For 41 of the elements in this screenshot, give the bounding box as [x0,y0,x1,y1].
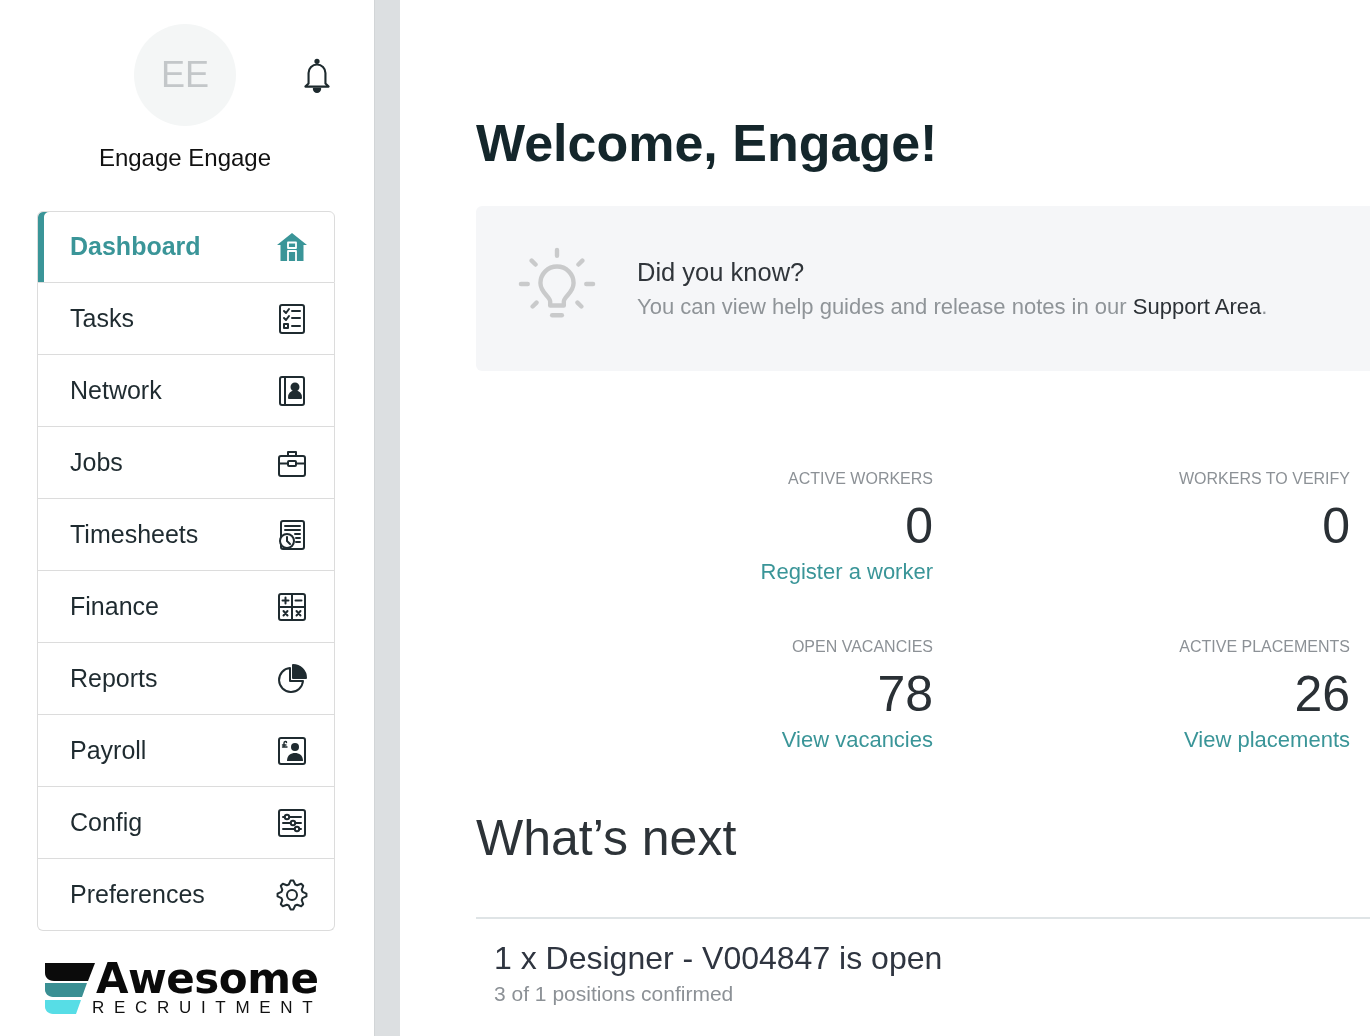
timesheet-icon [276,518,308,551]
checklist-icon [276,302,308,335]
tip-title: Did you know? [637,257,805,287]
nav-item[interactable]: Jobs [37,427,335,499]
nav-item[interactable]: Finance [37,571,335,643]
nav-item[interactable]: Tasks [37,283,335,355]
logo-stripes-icon [45,963,95,1015]
stat-link[interactable]: View vacancies [781,726,933,754]
next-item-title[interactable]: 1 x Designer - V004847 is open [494,940,943,977]
user-name: Engage Engage [98,143,272,173]
stat-value: 0 [905,498,933,554]
nav-item[interactable]: Timesheets [37,499,335,571]
section-heading: What’s next [476,809,737,868]
stat-value: 0 [1322,498,1350,554]
stat-value: 26 [1294,666,1350,722]
sliders-icon [276,806,308,839]
nav-item[interactable]: Reports [37,643,335,715]
support-area-link[interactable]: Support Area [1132,294,1262,319]
stat-label: ACTIVE WORKERS [788,469,933,489]
pound-person-icon [276,734,308,767]
stat-label: OPEN VACANCIES [791,637,933,657]
calculator-icon [276,590,308,623]
tip-text: You can view help guides and release notes in our Support Area. [637,293,1268,320]
settings-gear-icon [276,878,308,911]
nav-item[interactable]: Payroll [37,715,335,787]
welcome-heading: Welcome, Engage! [476,113,938,174]
contact-card-icon [276,374,308,407]
house-icon [276,231,308,263]
pie-chart-icon [276,662,308,695]
nav-item[interactable]: Dashboard [37,211,335,283]
stat-label: ACTIVE PLACEMENTS [1179,637,1350,657]
nav-item[interactable]: Preferences [37,859,335,931]
stat-value: 78 [877,666,933,722]
next-item-subtitle: 3 of 1 positions confirmed [494,981,734,1007]
logo-tagline: RECRUITMENT [92,999,323,1017]
nav-item[interactable]: Config [37,787,335,859]
stat-link[interactable]: Register a worker [760,558,933,586]
stat-label: WORKERS TO VERIFY [1179,469,1350,489]
nav-item[interactable]: Network [37,355,335,427]
logo-wordmark: Awesome [96,962,319,995]
stat-link[interactable]: View placements [1184,726,1350,754]
